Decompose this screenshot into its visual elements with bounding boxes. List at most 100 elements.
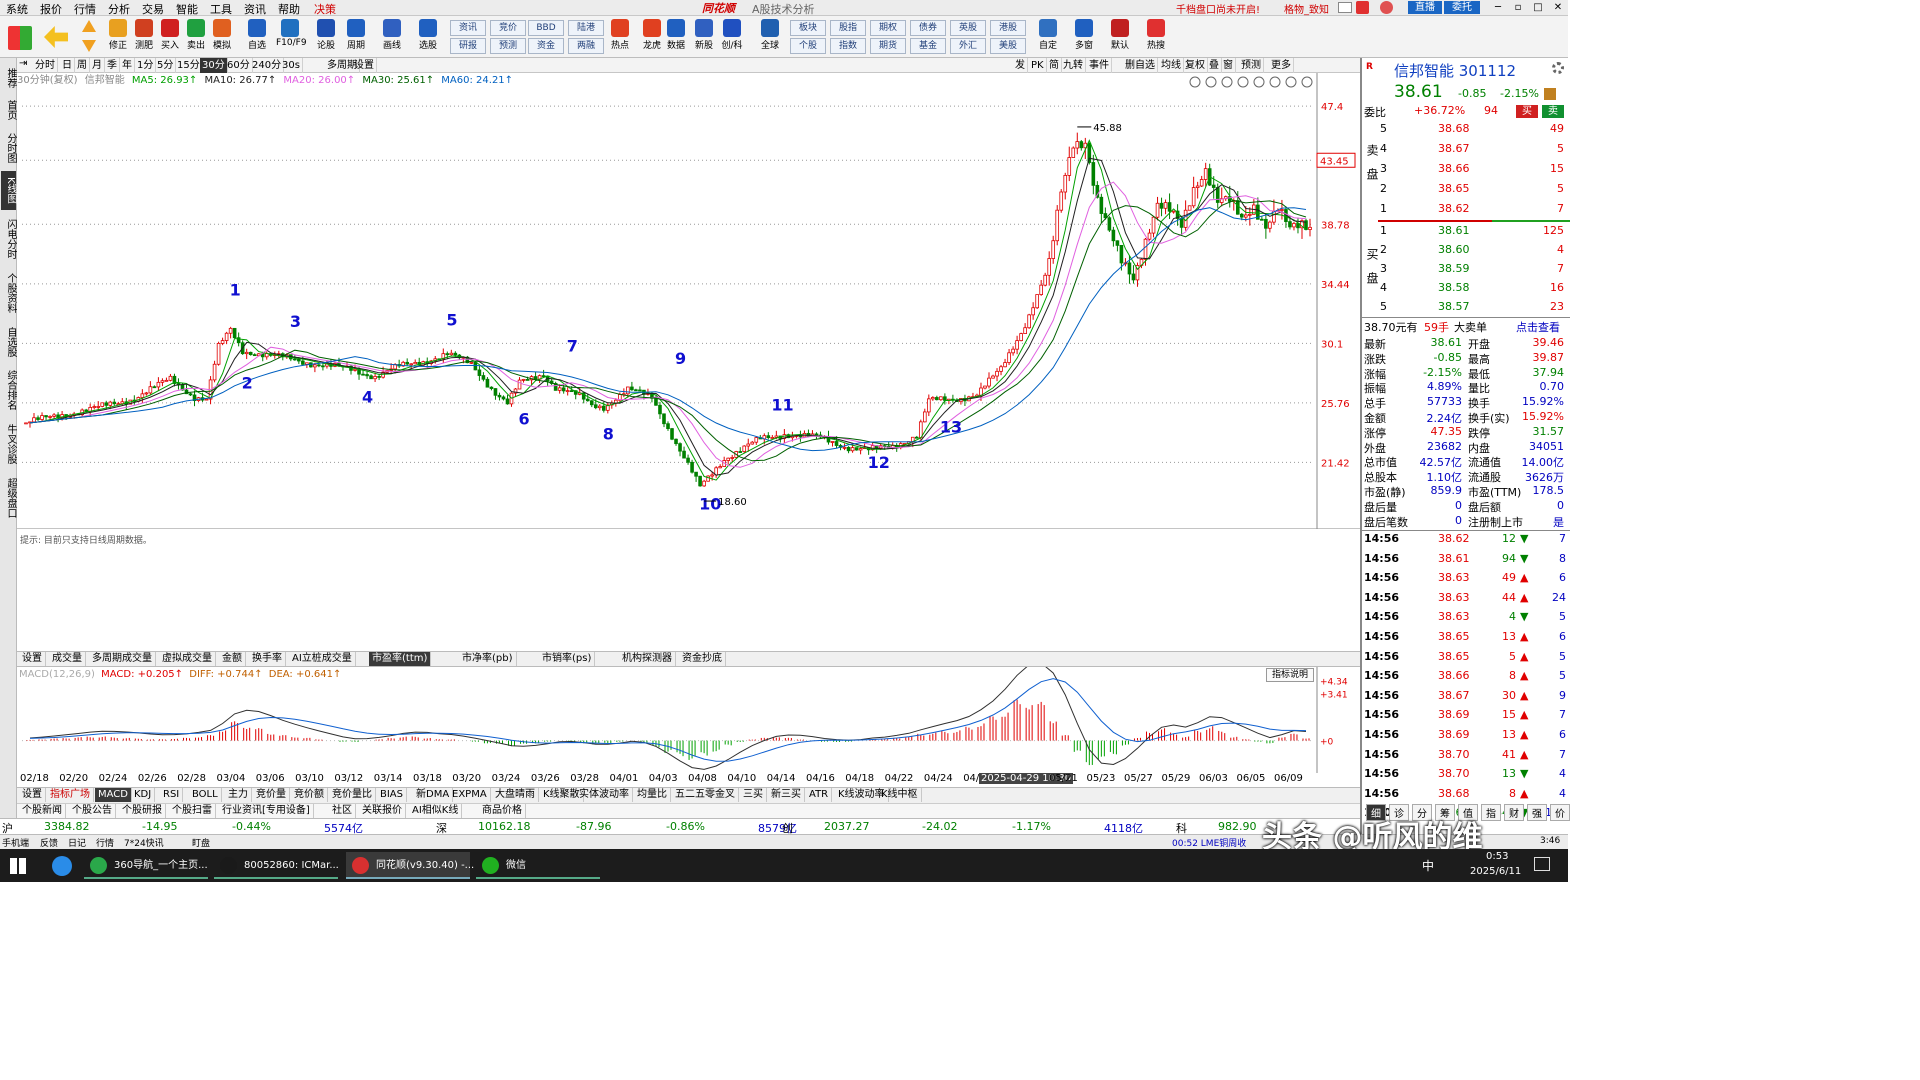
tool-top-4[interactable]: 板块 bbox=[790, 20, 826, 36]
news-tab-0[interactable]: 个股新闻 bbox=[19, 804, 66, 818]
ask-price[interactable]: 38.65 bbox=[1438, 182, 1470, 195]
ask-price[interactable]: 38.68 bbox=[1438, 122, 1470, 135]
ind-tab-6[interactable]: 主力 bbox=[225, 788, 252, 802]
menu-3[interactable]: 分析 bbox=[108, 1, 130, 17]
leftnav-5[interactable]: 个股资料 bbox=[1, 268, 16, 318]
sub-tab-7[interactable]: 市盈率(ttm) bbox=[369, 652, 432, 666]
tray-ime[interactable]: 中 bbox=[1422, 857, 1434, 874]
sub-tab-6[interactable]: AI立桩成交量 bbox=[289, 652, 356, 666]
tool-20[interactable]: 热搜 bbox=[1142, 18, 1170, 56]
menu-2[interactable]: 行情 bbox=[74, 1, 96, 17]
tool-bottom-4[interactable]: 个股 bbox=[790, 38, 826, 54]
tool-2[interactable]: 买入 bbox=[156, 18, 184, 56]
chart-tool-2[interactable]: 简 bbox=[1047, 58, 1062, 73]
chart-tool-0[interactable]: 发 bbox=[1013, 58, 1028, 73]
tool-bottom-0[interactable]: 研报 bbox=[450, 38, 486, 54]
ind-tab-12[interactable]: EXPMA bbox=[449, 788, 491, 802]
ind-tab-16[interactable]: 均量比 bbox=[634, 788, 671, 802]
tool-bottom-7[interactable]: 基金 bbox=[910, 38, 946, 54]
sub-tab-8[interactable]: 市净率(pb) bbox=[459, 652, 517, 666]
up-icon[interactable] bbox=[82, 20, 96, 32]
avatar-icon[interactable] bbox=[1380, 1, 1393, 14]
leftnav-0[interactable]: 推荐 bbox=[1, 64, 16, 92]
tool-9[interactable]: 画线 bbox=[378, 18, 406, 56]
tool-bottom-5[interactable]: 指数 bbox=[830, 38, 866, 54]
close-icon[interactable]: ✕ bbox=[1550, 1, 1566, 14]
leftnav-2[interactable]: 分时图 bbox=[1, 128, 16, 167]
chart-tool-10[interactable]: 预测 bbox=[1239, 58, 1264, 73]
chart-tool-8[interactable]: 叠 bbox=[1207, 58, 1222, 73]
gift-icon[interactable] bbox=[1356, 1, 1369, 14]
menu-8[interactable]: 帮助 bbox=[278, 1, 300, 17]
tool-5[interactable]: 自选 bbox=[243, 18, 271, 56]
down-icon[interactable] bbox=[82, 40, 96, 52]
tool-8[interactable]: 周期 bbox=[342, 18, 370, 56]
leftnav-9[interactable]: 超级盘口 bbox=[1, 473, 16, 523]
ind-tab-0[interactable]: 设置 bbox=[19, 788, 46, 802]
status-item-3[interactable]: 行情 bbox=[96, 836, 114, 849]
ind-tab-8[interactable]: 竞价额 bbox=[291, 788, 328, 802]
period-tab-3[interactable]: 月 bbox=[90, 58, 105, 73]
bid-price[interactable]: 38.61 bbox=[1438, 224, 1470, 237]
menu-9[interactable]: 决策 bbox=[314, 1, 336, 17]
ind-tab-5[interactable]: BOLL bbox=[189, 788, 222, 802]
settings-gear-icon[interactable] bbox=[1552, 62, 1564, 74]
tool-10[interactable]: 选股 bbox=[414, 18, 442, 56]
leftnav-6[interactable]: 自选股 bbox=[1, 322, 16, 361]
leftnav-1[interactable]: 首页 bbox=[1, 96, 16, 124]
period-tab-4[interactable]: 季 bbox=[105, 58, 120, 73]
ind-tab-13[interactable]: 大盘晴雨 bbox=[492, 788, 539, 802]
restore-icon[interactable]: ▫ bbox=[1510, 1, 1526, 14]
sub-tab-5[interactable]: 换手率 bbox=[249, 652, 286, 666]
maximize-icon[interactable]: □ bbox=[1530, 1, 1546, 14]
sub-tab-9[interactable]: 市销率(ps) bbox=[539, 652, 596, 666]
news-tab-6[interactable]: 关联报价 bbox=[359, 804, 406, 818]
menu-0[interactable]: 系统 bbox=[6, 1, 28, 17]
panel-tab-8[interactable]: 价 bbox=[1550, 804, 1570, 821]
period-tab-0[interactable]: 分时 bbox=[33, 58, 58, 73]
sub-tab-10[interactable]: 机构探测器 bbox=[619, 652, 676, 666]
tool-0[interactable]: 修正 bbox=[104, 18, 132, 56]
status-news[interactable]: 00:52 LME铜周收 bbox=[1172, 836, 1246, 849]
menu-5[interactable]: 智能 bbox=[176, 1, 198, 17]
period-arrow-icon[interactable]: ⇥ bbox=[19, 58, 27, 69]
tool-bottom-9[interactable]: 美股 bbox=[990, 38, 1026, 54]
task-item-2[interactable]: 同花顺(v9.30.40) -... bbox=[346, 852, 474, 879]
user-name[interactable]: 格物_致知 bbox=[1284, 1, 1329, 16]
sub-tab-11[interactable]: 资金抄底 bbox=[679, 652, 726, 666]
task-item-1[interactable]: 80052860: ICMar... bbox=[214, 852, 339, 879]
status-item-4[interactable]: 7*24快讯 bbox=[124, 836, 164, 849]
tool-top-6[interactable]: 期权 bbox=[870, 20, 906, 36]
period-tab-6[interactable]: 1分 bbox=[135, 58, 157, 73]
ind-tab-4[interactable]: RSI bbox=[160, 788, 184, 802]
ind-tab-1[interactable]: 指标广场 bbox=[47, 788, 94, 802]
status-item-0[interactable]: 手机端 bbox=[2, 836, 29, 849]
status-item-2[interactable]: 日记 bbox=[68, 836, 86, 849]
ind-tab-10[interactable]: BIAS bbox=[377, 788, 407, 802]
status-item-1[interactable]: 反馈 bbox=[40, 836, 58, 849]
buy-button[interactable]: 买 bbox=[1516, 105, 1538, 118]
tool-top-1[interactable]: 竞价 bbox=[490, 20, 526, 36]
ind-tab-9[interactable]: 竞价量比 bbox=[329, 788, 376, 802]
ind-tab-17[interactable]: 五二五零金叉 bbox=[672, 788, 739, 802]
big-order-link[interactable]: 点击查看 bbox=[1516, 319, 1560, 335]
period-tab-7[interactable]: 5分 bbox=[155, 58, 177, 73]
tool-7[interactable]: 论股 bbox=[312, 18, 340, 56]
menu-1[interactable]: 报价 bbox=[40, 1, 62, 17]
bid-price[interactable]: 38.60 bbox=[1438, 243, 1470, 256]
period-tab-9[interactable]: 30分 bbox=[200, 58, 228, 73]
sub-tab-3[interactable]: 虚拟成交量 bbox=[159, 652, 216, 666]
period-tab-12[interactable]: 30s bbox=[280, 58, 303, 73]
period-tab-10[interactable]: 60分 bbox=[225, 58, 253, 73]
indicator-help-button[interactable]: 指标说明 bbox=[1266, 668, 1314, 682]
tool-top-3[interactable]: 陆港 bbox=[568, 20, 604, 36]
news-tab-3[interactable]: 个股扫雷 bbox=[169, 804, 216, 818]
sub-tab-2[interactable]: 多周期成交量 bbox=[89, 652, 156, 666]
news-tab-5[interactable]: 社区 bbox=[329, 804, 356, 818]
tool-top-5[interactable]: 股指 bbox=[830, 20, 866, 36]
chart-tool-3[interactable]: 九转 bbox=[1061, 58, 1086, 73]
tool-bottom-1[interactable]: 预测 bbox=[490, 38, 526, 54]
task-item-3[interactable]: 微信 bbox=[476, 852, 600, 879]
news-tab-8[interactable]: 商品价格 bbox=[479, 804, 526, 818]
chart-tool-5[interactable]: 删自选 bbox=[1123, 58, 1158, 73]
